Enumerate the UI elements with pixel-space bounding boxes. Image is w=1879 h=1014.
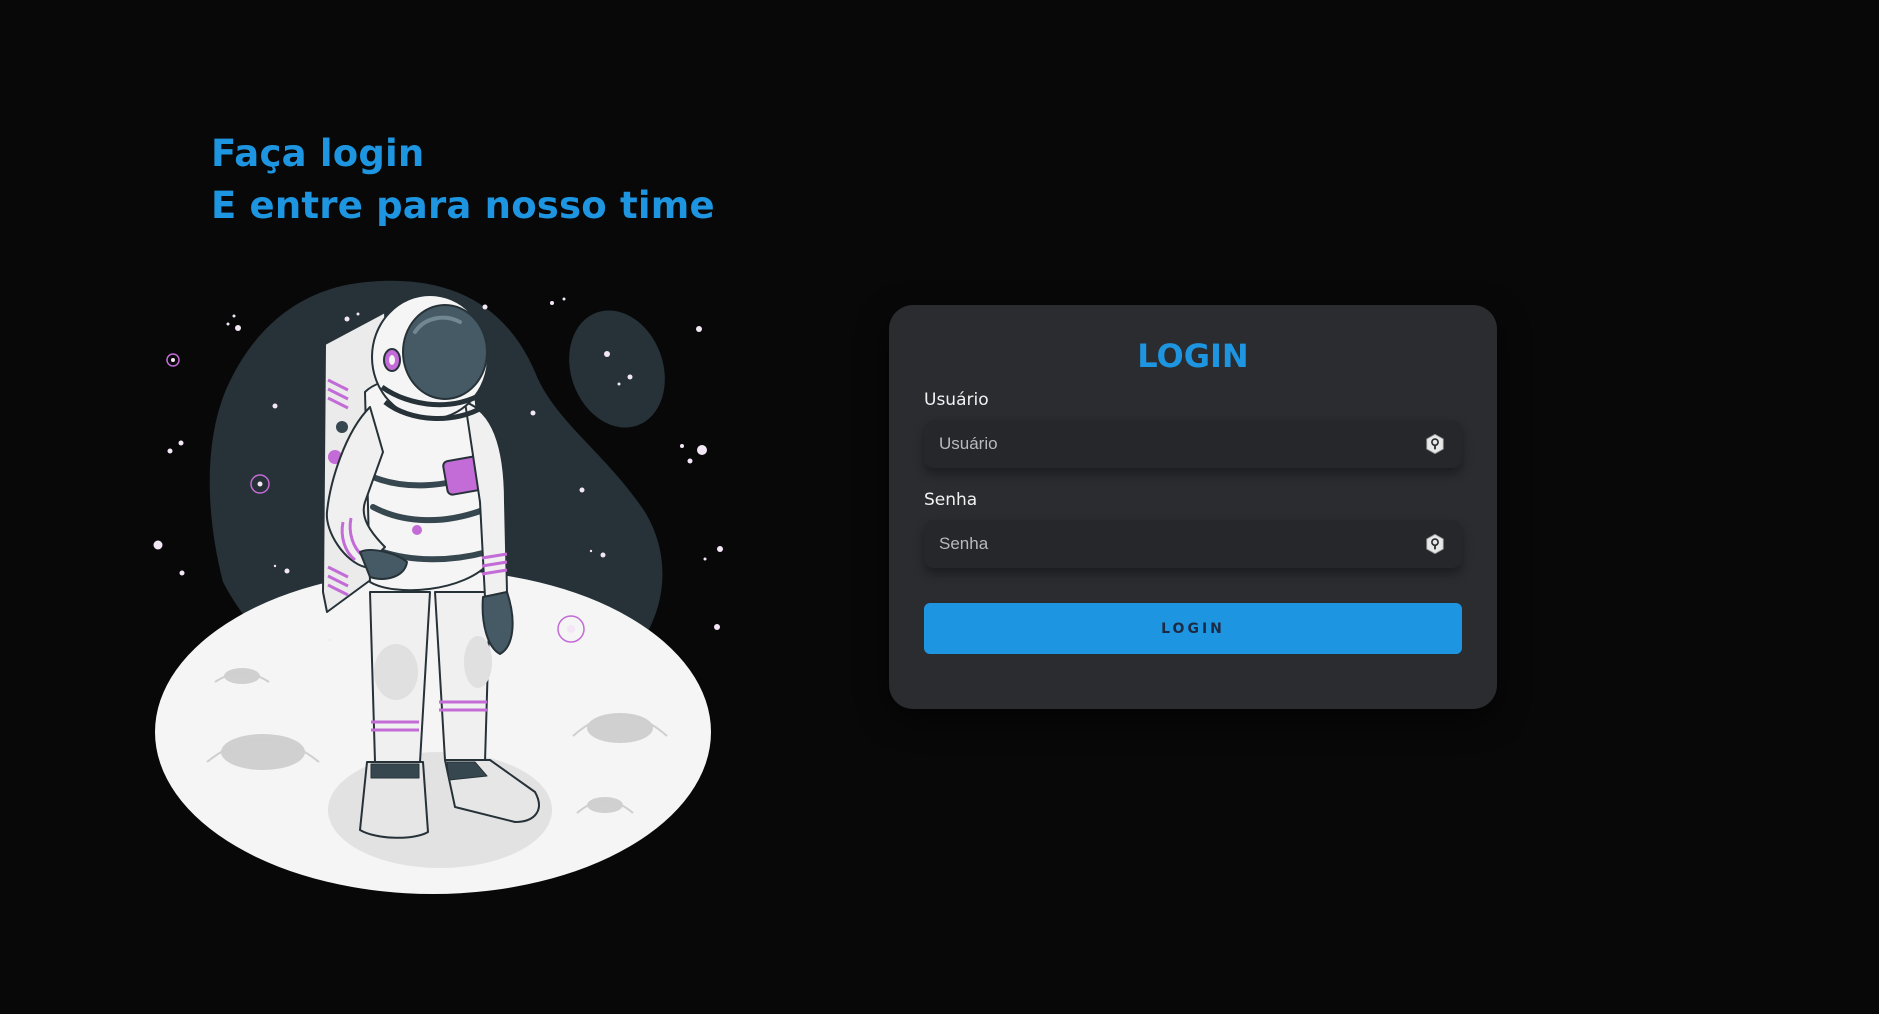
heading-line-1: Faça login — [211, 132, 425, 175]
lock-icon — [1426, 533, 1444, 555]
username-label: Usuário — [924, 390, 989, 410]
password-field — [924, 520, 1462, 568]
welcome-heading: Faça login E entre para nosso time — [211, 128, 715, 232]
login-card: LOGIN Usuário Senha LOGIN — [889, 305, 1497, 709]
heading-line-2: E entre para nosso time — [211, 184, 715, 227]
login-page: Faça login E entre para nosso time LOGIN… — [0, 0, 1879, 1014]
login-button[interactable]: LOGIN — [924, 603, 1462, 654]
space-blob-small — [569, 310, 665, 428]
astronaut-illustration — [153, 280, 723, 894]
username-input[interactable] — [924, 420, 1419, 468]
password-input[interactable] — [924, 520, 1419, 568]
password-label: Senha — [924, 490, 978, 510]
username-field — [924, 420, 1462, 468]
login-title: LOGIN — [1137, 337, 1249, 375]
lock-icon — [1426, 433, 1444, 455]
